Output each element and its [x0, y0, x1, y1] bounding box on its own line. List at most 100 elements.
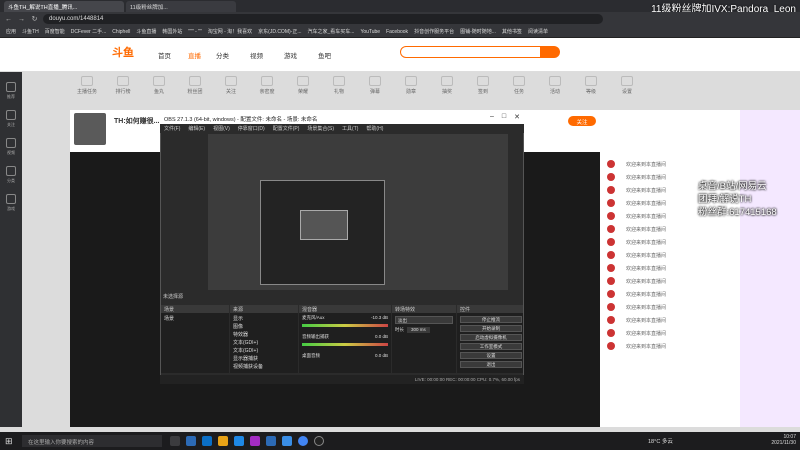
- feature-item[interactable]: 勋章: [394, 76, 428, 95]
- chrome-icon[interactable]: [298, 436, 308, 446]
- feature-item[interactable]: 等级: [574, 76, 608, 95]
- obs-title-bar[interactable]: OBS 27.1.3 (64-bit, windows) - 配置文件: 未命名…: [160, 112, 524, 124]
- bookmark[interactable]: 阅读清单: [528, 28, 548, 35]
- source-item[interactable]: 视频捕获设备: [233, 363, 263, 370]
- nav-home[interactable]: 首页: [158, 50, 171, 60]
- chat-user-avatar[interactable]: [607, 160, 615, 168]
- nav-category[interactable]: 分类: [216, 50, 229, 60]
- bookmark[interactable]: Facebook: [386, 29, 408, 35]
- edge-icon[interactable]: [202, 436, 212, 446]
- chat-user-avatar[interactable]: [607, 277, 615, 285]
- feature-item[interactable]: 礼物: [322, 76, 356, 95]
- feature-item[interactable]: 亲密度: [250, 76, 284, 95]
- bookmark[interactable]: 应用: [6, 28, 16, 35]
- bookmark[interactable]: """ - "": [188, 29, 201, 35]
- nav-games[interactable]: 游戏: [284, 50, 297, 60]
- windows-start-icon[interactable]: ⊞: [5, 436, 15, 446]
- taskbar-search-input[interactable]: 在这里输入你要搜索的内容: [22, 435, 162, 447]
- sidebar-item[interactable]: 分类: [0, 166, 22, 184]
- menu-item[interactable]: 配置文件(P): [273, 125, 300, 132]
- obs-icon[interactable]: [314, 436, 324, 446]
- file-explorer-icon[interactable]: [218, 436, 228, 446]
- chat-user-avatar[interactable]: [607, 329, 615, 337]
- bookmark[interactable]: 汽车之家_看车买车...: [307, 28, 354, 35]
- nav-live[interactable]: 直播: [188, 50, 201, 60]
- scene-item[interactable]: 场景: [161, 313, 229, 324]
- menu-item[interactable]: 停靠窗口(D): [238, 125, 265, 132]
- back-icon[interactable]: ←: [4, 16, 13, 23]
- url-field[interactable]: douyu.com/1448814: [43, 14, 603, 24]
- bookmark[interactable]: Chiphell: [112, 29, 130, 35]
- follow-button[interactable]: 关注: [568, 116, 596, 126]
- sidebar-item[interactable]: 视频: [0, 138, 22, 156]
- bookmark[interactable]: 其他书签: [502, 28, 522, 35]
- feature-item[interactable]: 设置: [610, 76, 644, 95]
- close-icon[interactable]: ✕: [514, 113, 520, 121]
- promo-banner[interactable]: [740, 110, 800, 427]
- feature-item[interactable]: 抽奖: [430, 76, 464, 95]
- nav-video[interactable]: 视频: [250, 50, 263, 60]
- bookmark[interactable]: 抖音创作服务平台: [414, 28, 454, 35]
- search-button[interactable]: [540, 46, 560, 58]
- feature-item[interactable]: 任务: [502, 76, 536, 95]
- minimize-icon[interactable]: –: [490, 113, 494, 121]
- bookmark[interactable]: 百度智能: [45, 28, 65, 35]
- bookmark[interactable]: DCFever 二手...: [71, 28, 107, 35]
- site-search-input[interactable]: [400, 46, 550, 58]
- menu-item[interactable]: 帮助(H): [366, 125, 383, 132]
- sidebar-item[interactable]: 推荐: [0, 82, 22, 100]
- chat-user-avatar[interactable]: [607, 173, 615, 181]
- bookmark[interactable]: 斗鱼TH: [22, 28, 39, 35]
- bookmark[interactable]: 京东(JD.COM)-正...: [258, 28, 301, 35]
- forward-icon[interactable]: →: [17, 16, 26, 23]
- source-item[interactable]: 图像: [233, 323, 243, 330]
- chat-user-avatar[interactable]: [607, 251, 615, 259]
- menu-item[interactable]: 视图(V): [213, 125, 230, 132]
- menu-item[interactable]: 场景集合(S): [307, 125, 334, 132]
- sidebar-item[interactable]: 关注: [0, 110, 22, 128]
- bookmark[interactable]: 图铺-随时随地...: [460, 28, 496, 35]
- sidebar-item[interactable]: 游戏: [0, 194, 22, 212]
- exit-button[interactable]: 退出: [460, 361, 522, 368]
- feature-item[interactable]: 签到: [466, 76, 500, 95]
- source-item[interactable]: 文本(GDI+): [233, 347, 258, 354]
- settings-button[interactable]: 设置: [460, 352, 522, 359]
- feature-item[interactable]: 排行榜: [106, 76, 140, 95]
- menu-item[interactable]: 文件(F): [164, 125, 180, 132]
- studio-mode-button[interactable]: 工作室模式: [460, 343, 522, 350]
- start-recording-button[interactable]: 开始录制: [460, 325, 522, 332]
- bookmark[interactable]: 斗鱼直播: [136, 28, 156, 35]
- browser-tab[interactable]: 11级粉丝牌加...: [126, 1, 236, 12]
- reload-icon[interactable]: ↻: [30, 15, 39, 23]
- menu-item[interactable]: 编辑(E): [188, 125, 205, 132]
- task-view-icon[interactable]: [170, 436, 180, 446]
- premiere-icon[interactable]: [250, 436, 260, 446]
- chat-user-avatar[interactable]: [607, 342, 615, 350]
- source-item[interactable]: 显示: [233, 315, 243, 322]
- nav-fishbar[interactable]: 鱼吧: [318, 50, 331, 60]
- source-item[interactable]: 文本(GDI+): [233, 339, 258, 346]
- streamer-avatar[interactable]: [74, 113, 106, 145]
- feature-item[interactable]: 弹幕: [358, 76, 392, 95]
- chat-user-avatar[interactable]: [607, 186, 615, 194]
- chat-user-avatar[interactable]: [607, 264, 615, 272]
- weather-widget[interactable]: 18°C 多云: [648, 437, 673, 445]
- chat-user-avatar[interactable]: [607, 238, 615, 246]
- menu-item[interactable]: 工具(T): [342, 125, 358, 132]
- browser-tab[interactable]: 斗鱼TH_解说TH直播_腾讯...: [4, 1, 124, 12]
- chat-user-avatar[interactable]: [607, 303, 615, 311]
- chat-user-avatar[interactable]: [607, 316, 615, 324]
- bookmark[interactable]: 淘宝网 - 淘！我喜欢: [208, 28, 252, 35]
- feature-item[interactable]: 关注: [214, 76, 248, 95]
- feature-item[interactable]: 主播任务: [70, 76, 104, 95]
- feature-item[interactable]: 粉丝团: [178, 76, 212, 95]
- bookmark[interactable]: 韩国外站: [162, 28, 182, 35]
- app-icon[interactable]: [234, 436, 244, 446]
- chat-user-avatar[interactable]: [607, 225, 615, 233]
- source-item[interactable]: 特效器: [233, 331, 248, 338]
- feature-item[interactable]: 荣耀: [286, 76, 320, 95]
- feature-item[interactable]: 鱼丸: [142, 76, 176, 95]
- stop-streaming-button[interactable]: 停止推流: [460, 316, 522, 323]
- visual-studio-icon[interactable]: [266, 436, 276, 446]
- site-logo[interactable]: 斗鱼: [112, 44, 134, 60]
